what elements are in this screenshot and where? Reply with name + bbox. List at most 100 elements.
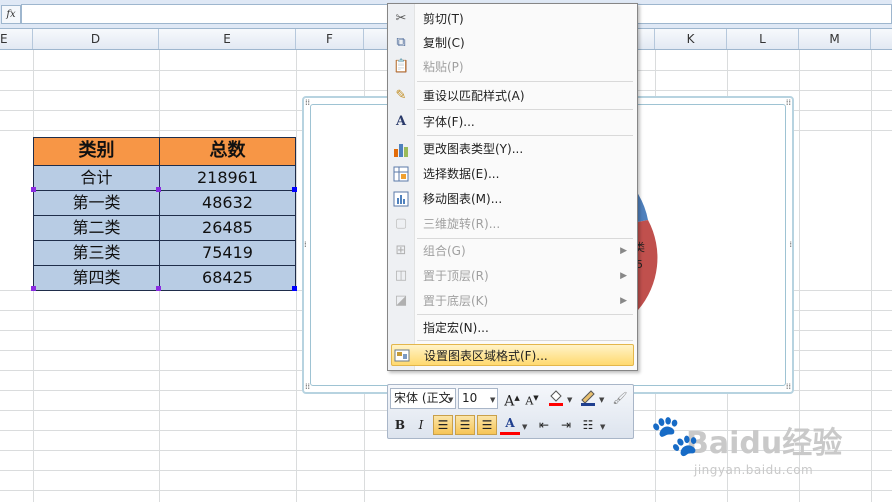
font-size-dropdown-icon[interactable]: ▼ (490, 396, 495, 404)
reset-style-icon: ✎ (395, 88, 407, 103)
resize-handle[interactable]: ⁞⁞ (786, 383, 791, 391)
align-left-button[interactable]: ☰ (433, 415, 453, 435)
menu-item-3d-rotation[interactable]: ▢ 三维旋转(R)... (388, 212, 637, 236)
range-handle[interactable] (156, 286, 161, 291)
column-header-k[interactable]: K (655, 29, 727, 49)
menu-item-font[interactable]: A 字体(F)... (388, 110, 637, 134)
paste-icon: 📋 (393, 59, 410, 74)
column-header-d[interactable]: D (33, 29, 159, 49)
fill-bucket-icon (549, 390, 563, 406)
chart-type-icon (393, 141, 409, 157)
bullets-dropdown-icon[interactable]: ▼ (600, 423, 605, 431)
menu-item-paste[interactable]: 📋 粘贴(P) (388, 55, 637, 79)
menu-item-format-chart-area[interactable]: 设置图表区域格式(F)... (391, 344, 634, 366)
range-handle[interactable] (292, 286, 297, 291)
menu-item-bring-to-front[interactable]: ◫ 置于顶层(R) ▶ (388, 264, 637, 288)
decrease-indent-icon: ⇤ (538, 418, 550, 432)
menu-item-label: 设置图表区域格式(F)... (424, 349, 548, 363)
select-data-icon (393, 166, 409, 182)
font-color-button[interactable]: A (500, 415, 520, 435)
align-right-icon: ☰ (481, 418, 493, 432)
table-cell[interactable]: 第三类 (33, 240, 160, 266)
range-handle[interactable] (31, 187, 36, 192)
menu-item-label: 字体(F)... (423, 115, 475, 129)
menu-item-label: 复制(C) (423, 36, 465, 50)
column-header-e[interactable]: E (159, 29, 296, 49)
range-handle[interactable] (156, 187, 161, 192)
align-right-button[interactable]: ☰ (477, 415, 497, 435)
menu-item-select-data[interactable]: 选择数据(E)... (388, 162, 637, 186)
menu-item-label: 移动图表(M)... (423, 192, 503, 206)
grow-font-button[interactable]: A▲ (502, 388, 522, 410)
menu-item-move-chart[interactable]: 移动图表(M)... (388, 187, 637, 211)
3d-rotate-icon: ▢ (394, 216, 408, 231)
resize-handle[interactable]: ⁞⁞ (305, 99, 310, 107)
range-handle[interactable] (31, 286, 36, 291)
group-icon: ⊞ (395, 243, 407, 258)
increase-indent-button[interactable]: ⇥ (556, 415, 576, 435)
grow-font-icon: A (504, 393, 515, 410)
line-color-button[interactable] (578, 388, 598, 408)
align-center-icon: ☰ (459, 418, 471, 432)
menu-item-reset-style[interactable]: ✎ 重设以匹配样式(A) (388, 84, 637, 108)
resize-handle[interactable]: ⁞⁞ (305, 383, 310, 391)
menu-item-cut[interactable]: ✂ 剪切(T) (388, 7, 637, 31)
fill-color-dropdown-icon[interactable]: ▼ (567, 396, 572, 404)
table-cell[interactable]: 合计 (33, 165, 160, 191)
table-cell[interactable]: 218961 (159, 165, 296, 191)
menu-item-assign-macro[interactable]: 指定宏(N)... (388, 316, 637, 340)
scissors-icon: ✂ (395, 11, 407, 26)
table-cell[interactable]: 第四类 (33, 265, 160, 291)
table-cell[interactable]: 75419 (159, 240, 296, 266)
menu-item-copy[interactable]: ⧉ 复制(C) (388, 31, 637, 55)
range-handle[interactable] (292, 187, 297, 192)
font-color-dropdown-icon[interactable]: ▼ (522, 423, 527, 431)
submenu-arrow-icon: ▶ (620, 271, 627, 281)
bold-button[interactable]: B (390, 415, 410, 435)
font-name-box[interactable]: 宋体 (正文 (390, 388, 456, 409)
insert-function-button[interactable]: fx (1, 5, 21, 24)
menu-item-label: 粘贴(P) (423, 60, 464, 74)
menu-item-change-chart-type[interactable]: 更改图表类型(Y)... (388, 137, 637, 161)
pen-icon (581, 390, 595, 406)
bring-front-icon: ◫ (394, 268, 408, 283)
column-header-l[interactable]: L (727, 29, 799, 49)
align-left-icon: ☰ (437, 418, 449, 432)
submenu-arrow-icon: ▶ (620, 246, 627, 256)
table-cell[interactable]: 68425 (159, 265, 296, 291)
format-painter-icon: 🖌 (612, 391, 628, 405)
table-cell[interactable]: 第二类 (33, 215, 160, 241)
fill-color-button[interactable] (546, 388, 566, 408)
table-cell[interactable]: 26485 (159, 215, 296, 241)
menu-item-send-to-back[interactable]: ◪ 置于底层(K) ▶ (388, 289, 637, 313)
menu-item-label: 指定宏(N)... (423, 321, 489, 335)
watermark-url: jingyan.baidu.com (694, 463, 814, 477)
font-name-dropdown-icon[interactable]: ▼ (448, 396, 453, 404)
column-header-f[interactable]: F (296, 29, 364, 49)
line-color-dropdown-icon[interactable]: ▼ (599, 396, 604, 404)
decrease-indent-button[interactable]: ⇤ (534, 415, 554, 435)
menu-item-group[interactable]: ⊞ 组合(G) ▶ (388, 239, 637, 263)
bullets-button[interactable]: ☷ (578, 415, 598, 435)
resize-handle[interactable]: ⁞⁞ (786, 99, 791, 107)
header-cell-category[interactable]: 类别 (33, 137, 160, 166)
italic-button[interactable]: I (411, 415, 431, 435)
table-cell[interactable]: 第一类 (33, 190, 160, 216)
resize-handle[interactable]: ⁞ (304, 241, 307, 249)
column-header-m[interactable]: M (799, 29, 871, 49)
resize-handle[interactable]: ⁞ (789, 241, 792, 249)
format-painter-button[interactable]: 🖌 (610, 388, 630, 408)
watermark-brand: Baidu经验 (686, 426, 843, 461)
font-color-icon: A (505, 416, 515, 430)
menu-item-label: 三维旋转(R)... (423, 217, 501, 231)
table-cell[interactable]: 48632 (159, 190, 296, 216)
paw-logo-icon: 🐾 (650, 413, 700, 459)
align-center-button[interactable]: ☰ (455, 415, 475, 435)
increase-indent-icon: ⇥ (560, 418, 572, 432)
column-header-e-partial[interactable]: E (0, 29, 33, 49)
menu-item-label: 置于底层(K) (423, 294, 489, 308)
font-icon: A (395, 114, 407, 129)
menu-item-label: 更改图表类型(Y)... (423, 142, 524, 156)
shrink-font-button[interactable]: A▼ (522, 388, 542, 408)
header-cell-total[interactable]: 总数 (159, 137, 296, 166)
